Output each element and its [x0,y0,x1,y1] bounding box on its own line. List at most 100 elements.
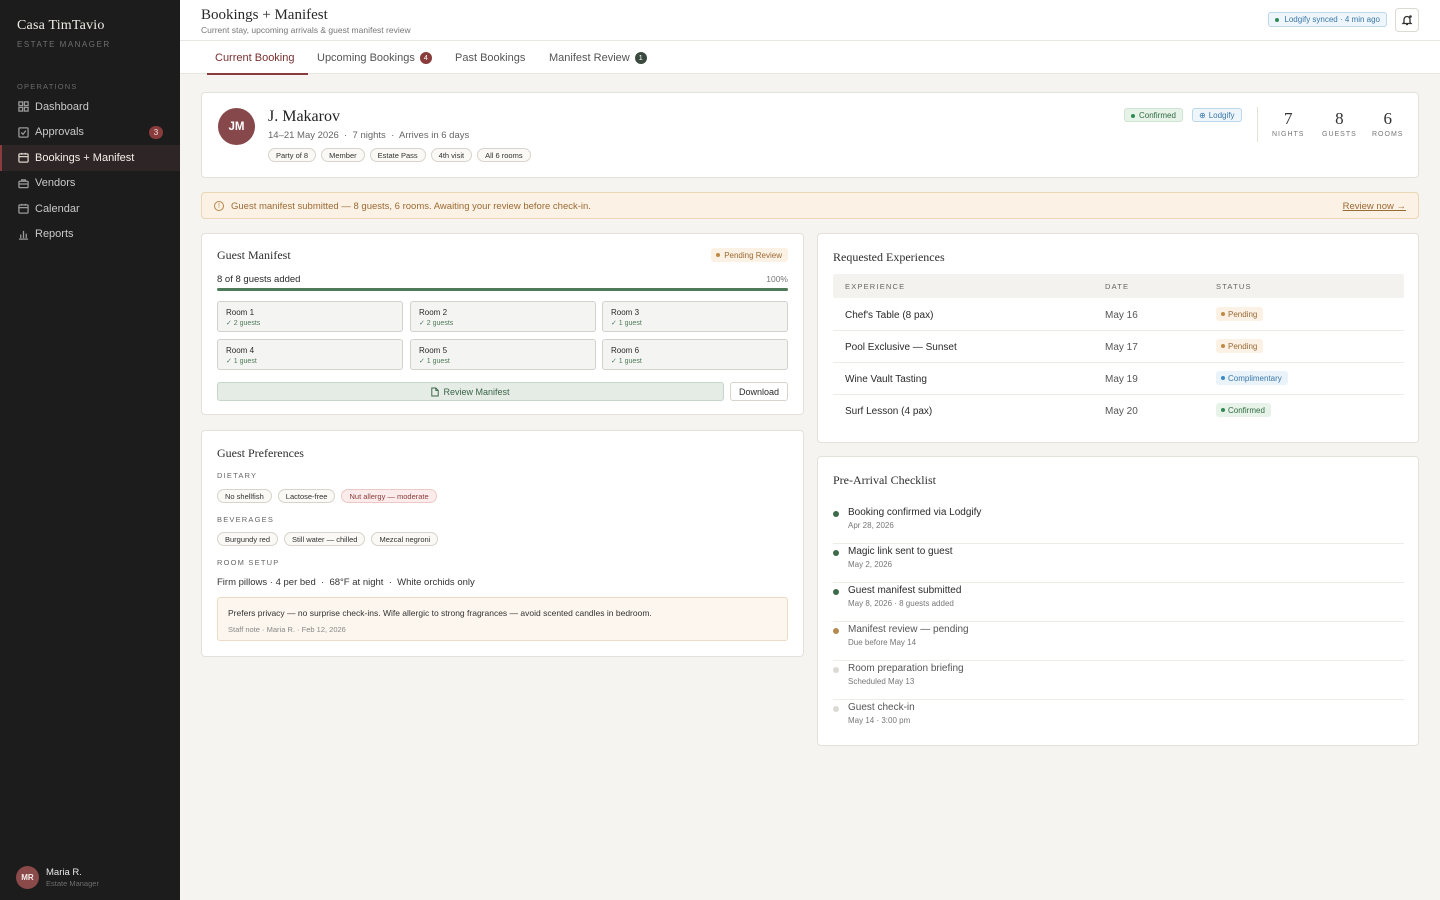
room-guests: ✓ 2 guests [419,320,454,327]
beverages-label: BEVERAGES [217,515,275,524]
card-title: Pre-Arrival Checklist [833,473,936,487]
sidebar-item-label: Calendar [35,202,80,215]
sidebar-item-label: Dashboard [35,100,89,113]
guest-name: J. Makarov [268,108,340,125]
room-card[interactable]: Room 2 ✓ 2 guests [410,301,596,332]
checklist-item[interactable]: Booking confirmed via Lodgify Apr 28, 20… [833,505,1404,544]
tab-upcoming-bookings[interactable]: Upcoming Bookings 4 [317,41,432,74]
sidebar-item-reports[interactable]: Reports [0,222,180,248]
sidebar-item-approvals[interactable]: Approvals 3 [0,120,180,146]
status-dot [833,511,839,517]
tab-label: Current Booking [215,51,295,64]
booking-dates: 14–21 May 2026 [268,130,339,141]
room-guests: ✓ 1 guest [419,358,450,365]
tab-manifest-review[interactable]: Manifest Review 1 [549,41,647,74]
stat-value: 6 [1383,109,1392,128]
user-role: Estate Manager [46,879,99,888]
checklist-item[interactable]: Magic link sent to guest May 2, 2026 [833,544,1404,583]
checklist-item[interactable]: Guest check-in May 14 · 3:00 pm [833,700,1404,739]
sidebar-item-vendors[interactable]: Vendors [0,171,180,197]
room-card[interactable]: Room 3 ✓ 1 guest [602,301,788,332]
brand[interactable]: Casa TimTavio ESTATE MANAGER [17,18,111,49]
manifest-alert-banner: ! Guest manifest submitted — 8 guests, 6… [201,192,1419,219]
room-card[interactable]: Room 6 ✓ 1 guest [602,339,788,370]
guest-avatar: JM [218,108,255,145]
booking-nights: 7 nights [352,130,386,141]
review-now-link[interactable]: Review now → [1343,201,1406,212]
requested-experiences-card: Requested Experiences EXPERIENCE DATE ST… [817,233,1419,443]
room-card[interactable]: Room 4 ✓ 1 guest [217,339,403,370]
progress-percent: 100% [766,274,788,284]
sidebar-item-calendar[interactable]: Calendar [0,196,180,222]
sidebar-item-dashboard[interactable]: Dashboard [0,94,180,120]
info-icon: ! [214,201,224,211]
brand-name: Casa TimTavio [17,18,105,33]
source-badge: ⊕ Lodgify [1192,108,1242,122]
checklist-item[interactable]: Manifest review — pending Due before May… [833,622,1404,661]
checklist-title: Guest check-in [848,702,915,713]
sidebar-item-bookings[interactable]: Bookings + Manifest [0,145,180,171]
download-button[interactable]: Download [730,382,788,401]
checklist-item[interactable]: Room preparation briefing Scheduled May … [833,661,1404,700]
tag-chip: All 6 rooms [477,148,531,162]
checklist-title: Guest manifest submitted [848,585,962,596]
bar-chart-icon [17,228,29,240]
dietary-label: DIETARY [217,471,258,480]
pre-arrival-checklist-card: Pre-Arrival Checklist Booking confirmed … [817,456,1419,746]
room-setup-text: Firm pillows · 4 per bed · 68°F at night… [217,577,475,588]
experience-date: May 20 [1105,406,1138,417]
progress-bar [217,288,788,291]
tag-chip: Estate Pass [369,148,426,162]
pref-chip: No shellfish [217,489,272,503]
table-row[interactable]: Pool Exclusive — Sunset May 17 Pending [833,331,1404,363]
stat-nights: 7 NIGHTS [1272,109,1304,138]
sidebar-item-label: Approvals [35,126,84,139]
booking-summary-card: JM J. Makarov 14–21 May 2026 · 7 nights … [201,92,1419,178]
experience-name: Pool Exclusive — Sunset [845,342,957,353]
link-icon: ⊕ [1199,110,1206,120]
experience-date: May 19 [1105,374,1138,385]
guest-manifest-card: Guest Manifest Pending Review 8 of 8 gue… [201,233,804,415]
button-label: Review Manifest [443,386,510,397]
pref-chip: Burgundy red [217,532,279,546]
tag-chip: 4th visit [430,148,473,162]
progress-fill [217,288,788,291]
room-guests: ✓ 1 guest [611,358,642,365]
tag-chip: Party of 8 [268,148,317,162]
user-profile[interactable]: MR Maria R. Estate Manager [16,866,99,889]
bell-icon [1401,14,1413,26]
status-dot [833,667,839,673]
room-card[interactable]: Room 1 ✓ 2 guests [217,301,403,332]
table-header: EXPERIENCE DATE STATUS [833,274,1404,298]
check-square-icon [17,126,29,138]
table-row[interactable]: Chef's Table (8 pax) May 16 Pending [833,299,1404,331]
experience-date: May 17 [1105,342,1138,353]
booking-status-badge: Confirmed [1124,108,1183,122]
table-row[interactable]: Surf Lesson (4 pax) May 20 Confirmed [833,395,1404,427]
stat-value: 8 [1335,109,1344,128]
review-manifest-button[interactable]: Review Manifest [217,382,724,401]
sync-status-badge: Lodgify synced · 4 min ago [1268,12,1387,27]
status-badge: Confirmed [1216,403,1271,417]
tab-current-booking[interactable]: Current Booking [207,41,307,75]
room-guests: ✓ 1 guest [611,320,642,327]
tab-label: Manifest Review [549,51,630,64]
tab-past-bookings[interactable]: Past Bookings [455,41,525,74]
experience-name: Wine Vault Tasting [845,374,927,385]
stat-label: NIGHTS [1272,131,1305,138]
tab-label: Upcoming Bookings [317,51,415,64]
checklist-item[interactable]: Guest manifest submitted May 8, 2026 · 8… [833,583,1404,622]
table-row[interactable]: Wine Vault Tasting May 19 Complimentary [833,363,1404,395]
note-text: Prefers privacy — no surprise check-ins.… [228,608,652,618]
staff-note: Prefers privacy — no surprise check-ins.… [217,597,788,641]
checklist-subtitle: Scheduled May 13 [848,677,915,686]
room-card[interactable]: Room 5 ✓ 1 guest [410,339,596,370]
status-dot [833,706,839,712]
booking-arrival: Arrives in 6 days [399,130,470,141]
room-name: Room 4 [226,346,255,355]
page-header: Bookings + Manifest Current stay, upcomi… [180,0,1440,41]
room-guests: ✓ 2 guests [226,320,261,327]
status-dot [833,628,839,634]
note-meta: Staff note · Maria R. · Feb 12, 2026 [228,625,346,634]
notifications-button[interactable] [1395,8,1419,32]
